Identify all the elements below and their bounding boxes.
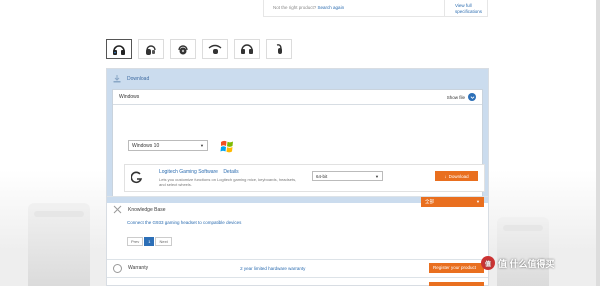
download-body: Windows Show file Windows 10 ▼ Logitech … bbox=[107, 89, 488, 203]
thumbnail-4[interactable] bbox=[202, 39, 228, 59]
site-watermark: 值 值 什么值得买 bbox=[481, 256, 555, 270]
warranty-title: Warranty bbox=[128, 265, 149, 271]
product-thumbnails bbox=[106, 39, 292, 59]
software-details-link[interactable]: Details bbox=[223, 169, 238, 175]
kb-filter-value: 全部 bbox=[425, 199, 434, 204]
watermark-badge-icon: 值 bbox=[481, 256, 495, 270]
headset-icon bbox=[146, 45, 156, 55]
thumbnail-2[interactable] bbox=[138, 39, 164, 59]
headset-icon bbox=[276, 44, 282, 54]
headset-icon bbox=[241, 44, 253, 54]
software-title: Logitech Gaming Software Details bbox=[159, 169, 239, 175]
os-select[interactable]: Windows 10 ▼ bbox=[128, 140, 208, 151]
search-again-link[interactable]: Search again bbox=[318, 5, 345, 10]
register-product-button[interactable]: Register your product bbox=[429, 263, 484, 273]
product-search-strip: Not the right product? Search again View… bbox=[263, 0, 488, 17]
thumbnail-6[interactable] bbox=[266, 39, 292, 59]
support-panel: Download Windows Show file Windows 10 ▼ bbox=[106, 68, 489, 286]
knowledge-base-title: Knowledge Base bbox=[128, 206, 166, 213]
thumbnail-3[interactable] bbox=[170, 39, 196, 59]
knowledge-base-filter-select[interactable]: 全部 ▼ bbox=[421, 197, 484, 207]
download-section-header[interactable]: Download bbox=[107, 69, 488, 89]
headset-icon bbox=[113, 45, 125, 55]
thumbnail-5[interactable] bbox=[234, 39, 260, 59]
software-row: Logitech Gaming Software Details Lets yo… bbox=[124, 164, 485, 192]
divider bbox=[444, 0, 445, 17]
speaker-left-image bbox=[28, 203, 90, 286]
dropdown-caret-icon: ▼ bbox=[200, 143, 204, 148]
download-button-label: Download bbox=[448, 173, 469, 179]
kb-pagination: Prev 1 Next bbox=[127, 237, 172, 246]
download-icon bbox=[113, 75, 121, 83]
kb-article-link[interactable]: Connect the G933 gaming headset to compa… bbox=[127, 220, 241, 225]
os-select-value: Windows 10 bbox=[132, 143, 160, 149]
logitech-g-icon bbox=[131, 171, 143, 184]
tools-icon bbox=[113, 205, 122, 214]
headset-icon bbox=[208, 44, 222, 54]
pager-current-page[interactable]: 1 bbox=[144, 237, 155, 246]
scrollbar[interactable] bbox=[596, 0, 600, 286]
pager-next-button[interactable]: Next bbox=[155, 237, 172, 246]
download-button[interactable]: ↓ Download bbox=[435, 171, 478, 181]
os-bar-label: Windows bbox=[119, 94, 140, 100]
warranty-icon bbox=[113, 263, 122, 273]
warranty-link[interactable]: 2 year limited hardware warranty bbox=[240, 266, 305, 271]
show-file-label: Show file bbox=[446, 94, 465, 100]
next-section-row bbox=[107, 277, 488, 286]
pager-prev-button[interactable]: Prev bbox=[127, 237, 144, 246]
windows-box: Windows Show file Windows 10 ▼ Logitech … bbox=[112, 89, 485, 197]
bit-select-value: 64-bit bbox=[316, 174, 328, 179]
view-full-specifications-link[interactable]: View full specifications bbox=[455, 3, 487, 15]
product-hint: Not the right product? Search again bbox=[273, 5, 344, 10]
headset-icon bbox=[178, 45, 188, 55]
windows-logo-icon bbox=[220, 140, 233, 153]
dropdown-caret-icon: ▼ bbox=[375, 174, 379, 179]
watermark-text: 值 什么值得买 bbox=[498, 258, 555, 269]
thumbnail-1[interactable] bbox=[106, 39, 132, 59]
chevron-down-icon bbox=[468, 93, 476, 101]
software-name-link[interactable]: Logitech Gaming Software bbox=[159, 169, 218, 175]
dropdown-caret-icon: ▼ bbox=[476, 199, 480, 204]
windows-bar: Windows Show file bbox=[113, 90, 482, 105]
speaker-right-image bbox=[497, 217, 549, 286]
bit-select[interactable]: 64-bit ▼ bbox=[312, 171, 383, 181]
software-description: Lets you customize functions on Logitech… bbox=[159, 177, 297, 187]
hint-text: Not the right product? bbox=[273, 5, 317, 10]
download-title: Download bbox=[127, 76, 150, 82]
show-file-toggle[interactable]: Show file bbox=[447, 93, 476, 101]
next-section-button[interactable] bbox=[429, 282, 484, 286]
download-arrow-icon: ↓ bbox=[444, 173, 447, 179]
